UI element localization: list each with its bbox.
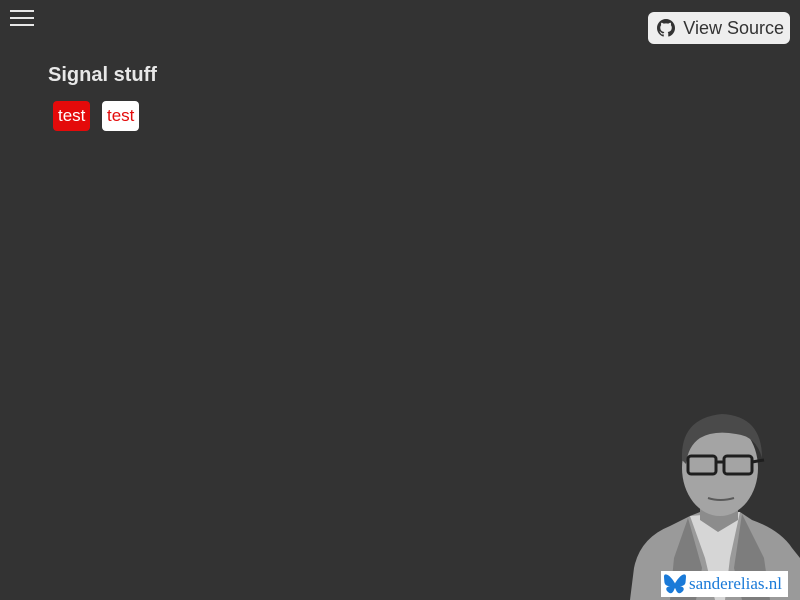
github-icon: [657, 19, 676, 37]
menu-bar: [10, 10, 34, 12]
test-chip-red[interactable]: test: [53, 101, 91, 131]
view-source-label: View Source: [683, 17, 784, 38]
butterfly-icon: [664, 574, 686, 594]
site-link-label: sanderelias.nl: [689, 574, 782, 593]
menu-bar: [10, 17, 34, 19]
menu-bar: [10, 24, 34, 26]
page-title: Signal stuff: [48, 64, 157, 86]
view-source-button[interactable]: View Source: [648, 12, 790, 44]
hamburger-menu-icon[interactable]: [10, 10, 34, 27]
test-chip-white[interactable]: test: [102, 101, 140, 131]
site-link-badge[interactable]: sanderelias.nl: [661, 571, 788, 597]
